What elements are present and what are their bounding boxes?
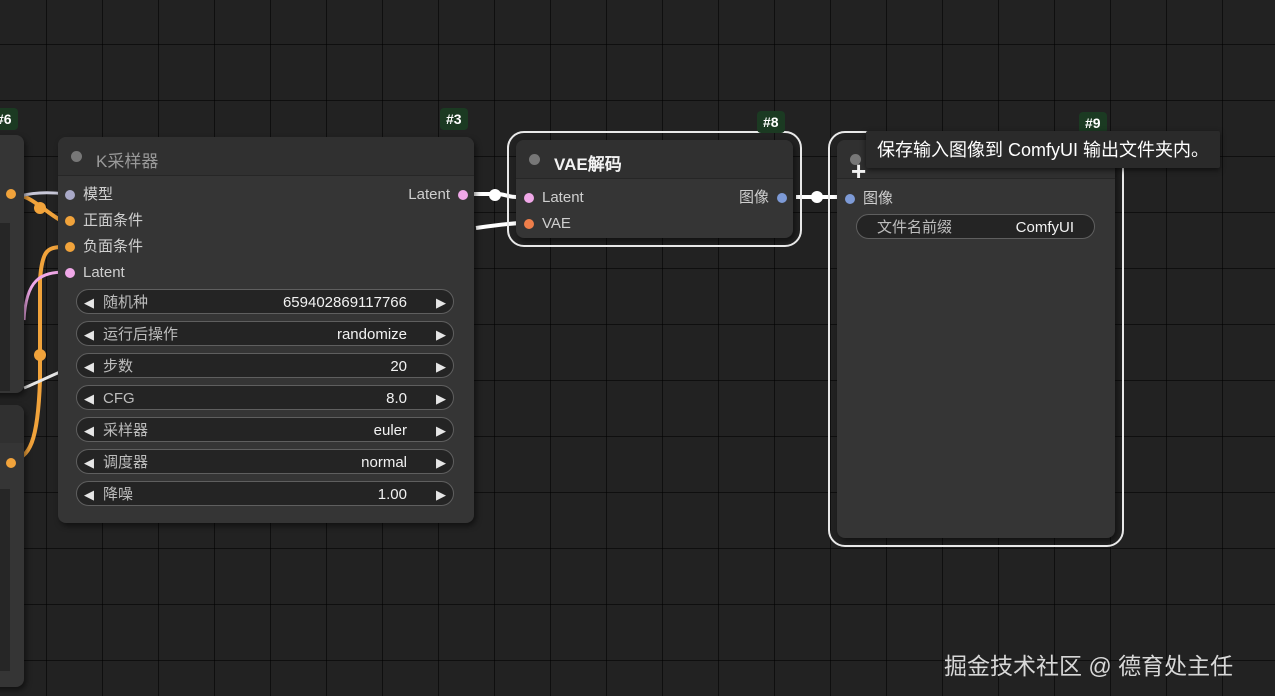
slot-label: VAE: [542, 215, 571, 232]
input-slot-positive[interactable]: 正面条件: [65, 211, 143, 231]
slot-label: 图像: [863, 190, 894, 207]
slot-dot: [458, 190, 468, 200]
slot-dot: [524, 219, 534, 229]
slot-dot: [65, 268, 75, 278]
slot-label: Latent: [408, 186, 450, 203]
output-slot-orange-upper[interactable]: [6, 189, 16, 199]
input-slot-image[interactable]: 图像: [845, 189, 893, 209]
slot-label: Latent: [83, 264, 125, 281]
widget-value: normal: [361, 454, 407, 471]
partial-node-upper[interactable]: [0, 135, 24, 393]
decrement-arrow-icon[interactable]: ◀: [84, 450, 94, 475]
decrement-arrow-icon[interactable]: ◀: [84, 322, 94, 347]
increment-arrow-icon[interactable]: ▶: [436, 354, 446, 379]
widget-denoise[interactable]: ◀ 降噪 1.00 ▶: [76, 481, 454, 506]
widget-label: 降噪: [103, 486, 134, 503]
widget-value: 20: [390, 358, 407, 375]
decrement-arrow-icon[interactable]: ◀: [84, 386, 94, 411]
input-slot-model[interactable]: 模型: [65, 185, 113, 205]
widget-label: 文件名前缀: [877, 219, 953, 236]
widget-cfg[interactable]: ◀ CFG 8.0 ▶: [76, 385, 454, 410]
widget-label: 随机种: [103, 294, 149, 311]
slot-dot: [524, 193, 534, 203]
vae-decode-node[interactable]: VAE解码 Latent VAE 图像: [507, 131, 802, 247]
crosshair-cursor-icon: +: [851, 156, 867, 186]
widget-value: 1.00: [377, 486, 407, 503]
widget-value: 659402869117766: [282, 294, 407, 311]
slot-dot: [65, 242, 75, 252]
slot-label: 负面条件: [83, 238, 144, 255]
decrement-arrow-icon[interactable]: ◀: [84, 290, 94, 315]
output-slot-image[interactable]: 图像: [739, 188, 787, 208]
slot-dot: [845, 194, 855, 204]
ksampler-header[interactable]: K采样器: [58, 137, 474, 176]
wire-vae-in: [475, 221, 521, 230]
input-slot-latent[interactable]: Latent: [524, 188, 584, 208]
widget-control-after-generate[interactable]: ◀ 运行后操作 randomize ▶: [76, 321, 454, 346]
output-slot-orange-lower[interactable]: [6, 458, 16, 468]
slot-label: 模型: [83, 186, 114, 203]
input-slot-vae[interactable]: VAE: [524, 214, 571, 234]
node-lower-header: [0, 405, 24, 443]
collapse-toggle[interactable]: [529, 154, 540, 165]
decrement-arrow-icon[interactable]: ◀: [84, 354, 94, 379]
save-image-node[interactable]: 图像 文件名前缀 ComfyUI: [828, 131, 1124, 547]
collapse-toggle[interactable]: [71, 151, 82, 162]
wire-white-lower: [23, 370, 61, 390]
image-preview-area: [0, 223, 10, 391]
slot-label: 正面条件: [83, 212, 144, 229]
node-tooltip: 保存输入图像到 ComfyUI 输出文件夹内。: [866, 131, 1221, 168]
decrement-arrow-icon[interactable]: ◀: [84, 482, 94, 507]
vae-decode-header[interactable]: VAE解码: [516, 140, 793, 179]
widget-label: 运行后操作: [103, 326, 179, 343]
slot-dot: [65, 216, 75, 226]
increment-arrow-icon[interactable]: ▶: [436, 450, 446, 475]
increment-arrow-icon[interactable]: ▶: [436, 322, 446, 347]
output-slot-latent[interactable]: Latent: [408, 185, 468, 205]
decrement-arrow-icon[interactable]: ◀: [84, 418, 94, 443]
widget-value: ComfyUI: [1015, 219, 1074, 236]
widget-value: euler: [373, 422, 407, 439]
widget-steps[interactable]: ◀ 步数 20 ▶: [76, 353, 454, 378]
node-title: VAE解码: [554, 155, 622, 174]
partial-node-lower[interactable]: [0, 405, 24, 687]
widget-sampler[interactable]: ◀ 采样器 euler ▶: [76, 417, 454, 442]
widget-scheduler[interactable]: ◀ 调度器 normal ▶: [76, 449, 454, 474]
increment-arrow-icon[interactable]: ▶: [436, 290, 446, 315]
watermark: 掘金技术社区 @ 德育处主任: [944, 653, 1234, 679]
slot-label: 图像: [738, 189, 769, 206]
input-slot-latent[interactable]: Latent: [65, 263, 125, 283]
slot-dot: [65, 190, 75, 200]
node-badge-3: #3: [440, 108, 468, 130]
widget-filename-prefix[interactable]: 文件名前缀 ComfyUI: [856, 214, 1095, 239]
input-slot-negative[interactable]: 负面条件: [65, 237, 143, 257]
widget-label: 采样器: [103, 422, 149, 439]
widget-value: randomize: [336, 326, 407, 343]
node-badge-8: #8: [757, 111, 785, 133]
increment-arrow-icon[interactable]: ▶: [436, 482, 446, 507]
slot-dot: [777, 193, 787, 203]
node-badge-6: #6: [0, 108, 18, 130]
increment-arrow-icon[interactable]: ▶: [436, 418, 446, 443]
widget-label: CFG: [103, 390, 135, 407]
slot-label: Latent: [542, 189, 584, 206]
widget-label: 步数: [103, 358, 134, 375]
image-preview-area: [0, 489, 10, 671]
node-title: K采样器: [96, 152, 159, 171]
wire-latent-to-vae: [470, 192, 517, 199]
widget-seed[interactable]: ◀ 随机种 659402869117766 ▶: [76, 289, 454, 314]
widget-value: 8.0: [386, 390, 407, 407]
widget-label: 调度器: [103, 454, 149, 471]
increment-arrow-icon[interactable]: ▶: [436, 386, 446, 411]
ksampler-node[interactable]: K采样器 模型 正面条件 负面条件 Latent Latent ◀ 随机种 65…: [58, 137, 474, 523]
